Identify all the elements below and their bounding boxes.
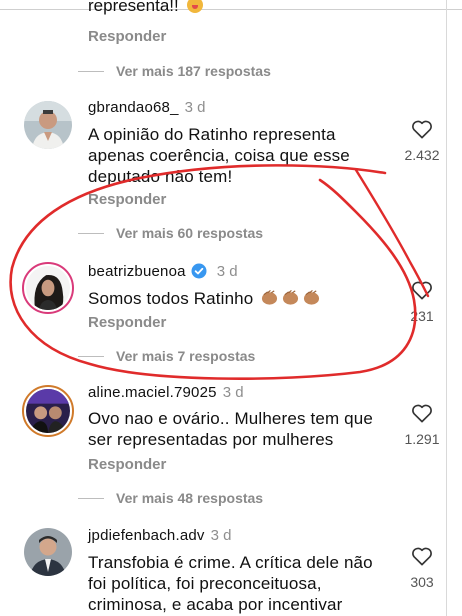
username[interactable]: aline.maciel.79025 [88,384,217,401]
timestamp: 3 d [184,99,206,116]
comment-text: Somos todos Ratinho [88,289,254,308]
comment-text: Transfobia é crime. A crítica dele não f… [88,553,373,614]
like-count: 303 [410,574,434,590]
heart-outline-icon [412,404,432,423]
clapping-hands-icon [283,289,299,305]
timestamp: 3 d [216,263,238,280]
reply-button[interactable]: Responder [88,314,166,331]
timestamp: 3 d [210,527,232,544]
comment-text: A opinião do Ratinho representa apenas c… [88,125,350,186]
like-count: 1.291 [404,431,440,447]
avatar-photo-icon [24,528,72,576]
like-button[interactable]: 231 [404,280,440,324]
comments-screen: representa!! Responder Ver mais 187 resp… [0,0,462,616]
username[interactable]: beatrizbuenoa [88,263,186,280]
avatar[interactable] [22,385,74,437]
heart-outline-icon [412,120,432,139]
view-more-replies[interactable]: Ver mais 7 respostas [78,348,255,364]
avatar-photo-icon [24,101,72,149]
like-button[interactable]: 303 [404,546,440,590]
emoji-icon [187,0,204,13]
heart-outline-icon [412,547,432,566]
like-count: 231 [410,308,434,324]
top-border [0,9,462,10]
avatar[interactable] [24,528,72,576]
comment-text: Ovo nao e ovário.. Mulheres tem que ser … [88,409,373,449]
username[interactable]: jpdiefenbach.adv [88,527,205,544]
username[interactable]: gbrandao68_ [88,99,179,116]
view-more-replies[interactable]: Ver mais 60 respostas [78,225,263,241]
divider-line [78,498,104,499]
avatar[interactable] [24,101,72,149]
right-border [446,0,447,616]
view-more-replies[interactable]: Ver mais 187 respostas [78,63,271,79]
timestamp: 3 d [222,384,244,401]
like-button[interactable]: 2.432 [404,119,440,163]
comment-text: representa!! [88,0,179,15]
avatar-photo-icon [26,266,70,310]
divider-line [78,233,104,234]
avatar[interactable] [22,262,74,314]
reply-button[interactable]: Responder [88,28,166,45]
verified-badge-icon [191,263,207,279]
reply-button[interactable]: Responder [88,456,166,473]
divider-line [78,356,104,357]
avatar-photo-icon [26,389,70,433]
reply-button[interactable]: Responder [88,191,166,208]
clapping-hands-icon [262,289,278,305]
clapping-hands-icon [304,289,320,305]
view-more-replies[interactable]: Ver mais 48 respostas [78,490,263,506]
heart-outline-icon [412,281,432,300]
like-count: 2.432 [404,147,440,163]
divider-line [78,71,104,72]
like-button[interactable]: 1.291 [404,403,440,447]
